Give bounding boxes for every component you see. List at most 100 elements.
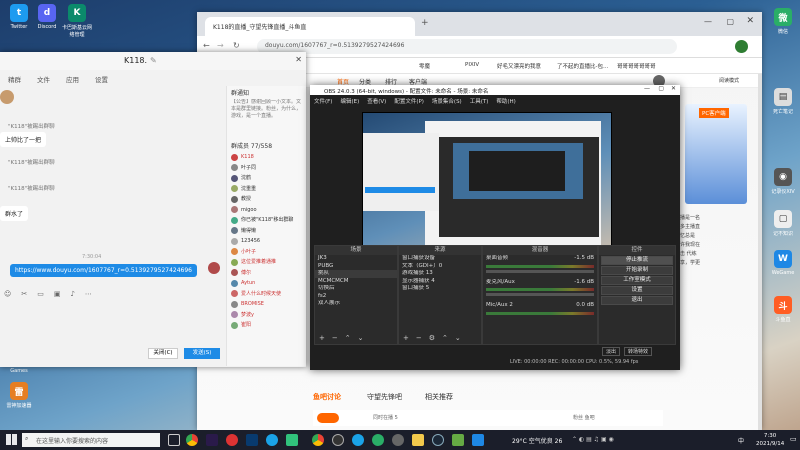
member-item[interactable]: 教授 [231, 194, 302, 205]
transition-fade[interactable]: 淡出 [602, 347, 621, 356]
folder-icon[interactable] [412, 434, 424, 446]
source-item[interactable]: 显示器捕获 4 [399, 278, 481, 286]
close-icon[interactable]: ✕ [295, 55, 302, 64]
language-indicator[interactable]: 中 [738, 436, 744, 445]
chrome-icon[interactable] [186, 434, 198, 446]
menu-tools[interactable]: 工具(T) [470, 97, 489, 105]
member-item[interactable]: 沈鹤 [231, 173, 302, 184]
member-item[interactable]: K118 [231, 152, 302, 163]
scene-item[interactable]: PUBG [315, 263, 397, 271]
send-button[interactable]: 发送(S) [184, 348, 220, 359]
related-tab[interactable]: 相关推荐 [425, 392, 453, 402]
emoji-icon[interactable]: ☺ [4, 290, 11, 298]
source-item[interactable]: 窗口捕获设备 [399, 255, 481, 263]
browser-tab[interactable]: K118的直播_守望先锋直播_斗鱼直 [205, 17, 415, 36]
wechat-icon[interactable] [372, 434, 384, 446]
desktop-icon-discord[interactable]: d Discord [30, 4, 64, 30]
minimize-icon[interactable]: — [644, 85, 650, 92]
desktop-icon-wegame[interactable]: W WeGame [766, 250, 800, 276]
down-icon[interactable]: ⌄ [358, 334, 364, 342]
reading-mode[interactable]: 阅读模式 [719, 77, 739, 84]
close-chat-button[interactable]: 关闭(C) [148, 348, 178, 359]
member-item[interactable]: 爱人什么时候天使 [231, 289, 302, 300]
tab-settings[interactable]: 设置 [95, 74, 108, 84]
desktop-icon-wechat[interactable]: 微 微信 [766, 8, 800, 35]
edit-icon[interactable]: ✎ [150, 56, 157, 65]
task-view-icon[interactable] [168, 434, 180, 446]
scene-item[interactable]: 切换后 [315, 285, 397, 293]
bookmark-item[interactable]: 零魔 [419, 62, 430, 70]
profile-avatar[interactable] [735, 40, 748, 53]
game-icon[interactable] [452, 434, 464, 446]
start-recording-button[interactable]: 开始录制 [601, 266, 673, 275]
channel-button[interactable] [317, 413, 339, 423]
source-item[interactable]: 文本（GDI+）0 [399, 263, 481, 271]
member-item[interactable]: 崔阳 [231, 320, 302, 331]
qq-icon[interactable] [266, 434, 278, 446]
music-icon[interactable]: ♪ [70, 290, 74, 298]
desktop-icon-douyu[interactable]: 斗 斗鱼直 [766, 296, 800, 323]
message-input[interactable] [0, 302, 222, 342]
qq-chat-icon[interactable] [352, 434, 364, 446]
close-icon[interactable]: ✕ [671, 85, 676, 92]
premiere-icon[interactable] [206, 434, 218, 446]
maximize-icon[interactable]: ▢ [726, 17, 734, 26]
scene-item[interactable]: 双人展示 [315, 300, 397, 308]
netease-music-icon[interactable] [226, 434, 238, 446]
wegame-icon[interactable] [472, 434, 484, 446]
notification-icon[interactable]: ▭ [790, 435, 797, 443]
music-app-icon[interactable] [286, 434, 298, 446]
reload-icon[interactable]: ↻ [233, 41, 240, 50]
scene-item[interactable]: JK3 [315, 255, 397, 263]
menu-view[interactable]: 查看(V) [367, 97, 386, 105]
bookmark-item[interactable]: PIXIV [465, 62, 479, 68]
add-icon[interactable]: + [319, 334, 325, 342]
message-bubble-link[interactable]: https://www.douyu.com/1607767_r=0.513927… [10, 264, 197, 277]
clock[interactable]: 7:30 2021/9/14 [756, 432, 784, 448]
more-icon[interactable]: ⋯ [85, 290, 92, 298]
close-icon[interactable]: ✕ [746, 16, 754, 26]
settings-button[interactable]: 设置 [601, 286, 673, 295]
steam-icon[interactable] [432, 434, 444, 446]
menu-file[interactable]: 文件(F) [314, 97, 332, 105]
member-item[interactable]: 你已被"K118"移出群聊 [231, 215, 302, 226]
image-icon[interactable]: ▣ [54, 290, 61, 298]
fanbase-tab[interactable]: 鱼吧讨论 [313, 392, 341, 402]
member-item[interactable]: 梦波y [231, 310, 302, 321]
up-icon[interactable]: ⌃ [345, 334, 351, 342]
bookmark-item[interactable]: 哥哥哥哥哥哥哥 [617, 62, 656, 70]
address-bar[interactable]: douyu.com/1607767_r=0.5139279527424696 [257, 39, 677, 54]
transition-effects[interactable]: 转场特效 [624, 347, 653, 356]
pc-client-banner[interactable]: PC客户端 [685, 104, 747, 204]
menu-scene-collection[interactable]: 场景集合(S) [432, 97, 462, 105]
volume-slider[interactable] [486, 269, 594, 273]
member-item[interactable]: 这位爱推着通推 [231, 257, 302, 268]
scene-item[interactable]: fs2 [315, 293, 397, 301]
menu-help[interactable]: 帮助(H) [496, 97, 515, 105]
member-item[interactable]: 123456 [231, 236, 302, 247]
up-icon[interactable]: ⌃ [442, 334, 448, 342]
member-item[interactable]: Aytun [231, 278, 302, 289]
member-item[interactable]: 懒得懒 [231, 226, 302, 237]
scissors-icon[interactable]: ✂ [21, 290, 27, 298]
menu-edit[interactable]: 编辑(E) [340, 97, 359, 105]
obs-icon[interactable] [332, 434, 344, 446]
tab-files[interactable]: 文件 [37, 74, 50, 84]
add-icon[interactable]: + [403, 334, 409, 342]
desktop-icon-kaspersky[interactable]: K 卡巴斯基云网络管理 [60, 4, 94, 38]
team-tab[interactable]: 守望先锋吧 [367, 392, 402, 402]
stop-streaming-button[interactable]: 停止推流 [601, 256, 673, 265]
bookmark-item[interactable]: 好毛又漂亮的我意 [497, 62, 541, 70]
back-icon[interactable]: ← [203, 41, 210, 50]
studio-mode-button[interactable]: 工作室模式 [601, 276, 673, 285]
menu-profile[interactable]: 配置文件(P) [394, 97, 424, 105]
desktop-icon-recorder[interactable]: ◉ 记录仪XIV [766, 168, 800, 195]
taskbar-search[interactable]: ⌕ 在这里输入你要搜索的内容 [22, 433, 160, 447]
member-item[interactable]: 沈重重 [231, 184, 302, 195]
member-item[interactable]: 傅尔 [231, 268, 302, 279]
desktop-icon-note[interactable]: ▢ 记不知识 [766, 210, 800, 237]
desktop-icon-games[interactable]: Games [2, 368, 36, 374]
tab-apps[interactable]: 应用 [66, 74, 79, 84]
ps-icon[interactable] [246, 434, 258, 446]
weather-widget[interactable]: 29°C 空气优良 26 [512, 436, 562, 445]
